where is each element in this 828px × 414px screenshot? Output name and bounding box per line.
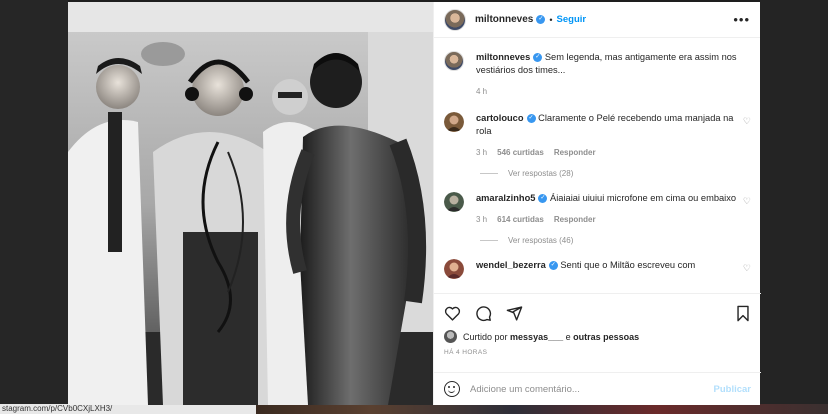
heart-icon[interactable] [444,305,461,322]
liked-by-conj: e [565,331,571,342]
post-header: miltonneves ✓ • Seguir ••• [434,2,760,38]
view-replies-label: Ver respostas (46) [508,236,574,245]
verified-icon: ✓ [548,261,558,271]
post-photo-image [68,2,433,405]
post-timestamp[interactable]: HÁ 4 HORAS [444,349,751,356]
verified-icon: ✓ [533,53,543,63]
more-icon[interactable]: ••• [733,12,750,27]
background-feed-strip [256,404,828,414]
caption-time[interactable]: 4 h [476,85,487,98]
author-username[interactable]: miltonneves [475,14,533,25]
comment-time[interactable]: 3 h [476,146,487,159]
view-replies-button[interactable]: Ver respostas (46) [480,236,751,245]
comment-item: wendel_bezerra ✓ Senti que o Miltão escre… [444,259,751,279]
view-replies-label: Ver respostas (28) [508,169,574,178]
commenter-avatar[interactable] [444,192,464,212]
comments-list[interactable]: miltonneves ✓ Sem legenda, mas antigament… [434,39,761,293]
commenter-avatar[interactable] [444,259,464,279]
post-side-panel: miltonneves ✓ • Seguir ••• miltonneves ✓ … [433,2,761,405]
view-replies-button[interactable]: Ver respostas (28) [480,169,751,178]
backdrop-right[interactable] [760,0,828,414]
liked-by-line: Curtido por messyas___ e outras pessoas [444,330,751,343]
comment-input[interactable] [470,383,714,395]
comment-time[interactable]: 3 h [476,213,487,226]
liked-by-others[interactable]: outras pessoas [573,332,639,342]
author-avatar[interactable] [444,8,466,31]
comment-item: cartolouco ✓ Claramente o Pelé recebendo … [444,112,751,159]
comment-text: Senti que o Miltão escreveu com [560,260,696,270]
comment-likes[interactable]: 546 curtidas [497,146,544,159]
verified-icon: ✓ [526,114,536,124]
comment-heart-icon[interactable]: ♡ [739,116,751,159]
liker-avatar[interactable] [444,330,457,343]
reply-button[interactable]: Responder [554,146,596,159]
header-separator: • [549,14,553,25]
comment-heart-icon[interactable]: ♡ [739,263,751,279]
caption-username[interactable]: miltonneves [476,52,530,62]
caption: miltonneves ✓ Sem legenda, mas antigament… [444,51,751,98]
action-icons [444,300,751,326]
verified-icon: ✓ [536,15,546,24]
liked-by-user[interactable]: messyas___ [510,332,563,342]
comment-meta: 3 h 546 curtidas Responder [476,146,739,159]
comment-item: amaralzinho5 ✓ Áiaiaiai uiuiui microfone … [444,192,751,226]
comment-text: Áiaiaiai uiuiui microfone em cima ou emb… [550,193,737,203]
comment-heart-icon[interactable]: ♡ [739,196,751,226]
reply-button[interactable]: Responder [554,213,596,226]
comment-likes[interactable]: 614 curtidas [497,213,544,226]
backdrop-left[interactable] [0,0,68,414]
post-photo [68,2,433,405]
comment-username[interactable]: amaralzinho5 [476,193,535,203]
caption-meta: 4 h [476,85,751,98]
comment-meta: 3 h 614 curtidas Responder [476,213,739,226]
bookmark-icon[interactable] [735,305,751,322]
comment-username[interactable]: cartolouco [476,113,524,123]
status-bar-url: stagram.com/p/CVb0CXjLXH3/ [0,404,256,414]
add-comment-bar: Publicar [434,372,761,405]
emoji-icon[interactable] [444,381,460,397]
post-actions: Curtido por messyas___ e outras pessoas … [434,293,761,356]
commenter-avatar[interactable] [444,112,464,132]
comment-icon[interactable] [475,305,492,322]
post-modal: miltonneves ✓ • Seguir ••• miltonneves ✓ … [68,2,761,405]
verified-icon: ✓ [538,194,548,204]
follow-button[interactable]: Seguir [557,14,587,25]
replies-divider [480,240,498,241]
publish-button[interactable]: Publicar [714,384,752,395]
share-icon[interactable] [506,305,523,322]
caption-avatar[interactable] [444,51,464,71]
replies-divider [480,173,498,174]
comment-username[interactable]: wendel_bezerra [476,260,546,270]
liked-by-prefix: Curtido por [463,331,508,342]
